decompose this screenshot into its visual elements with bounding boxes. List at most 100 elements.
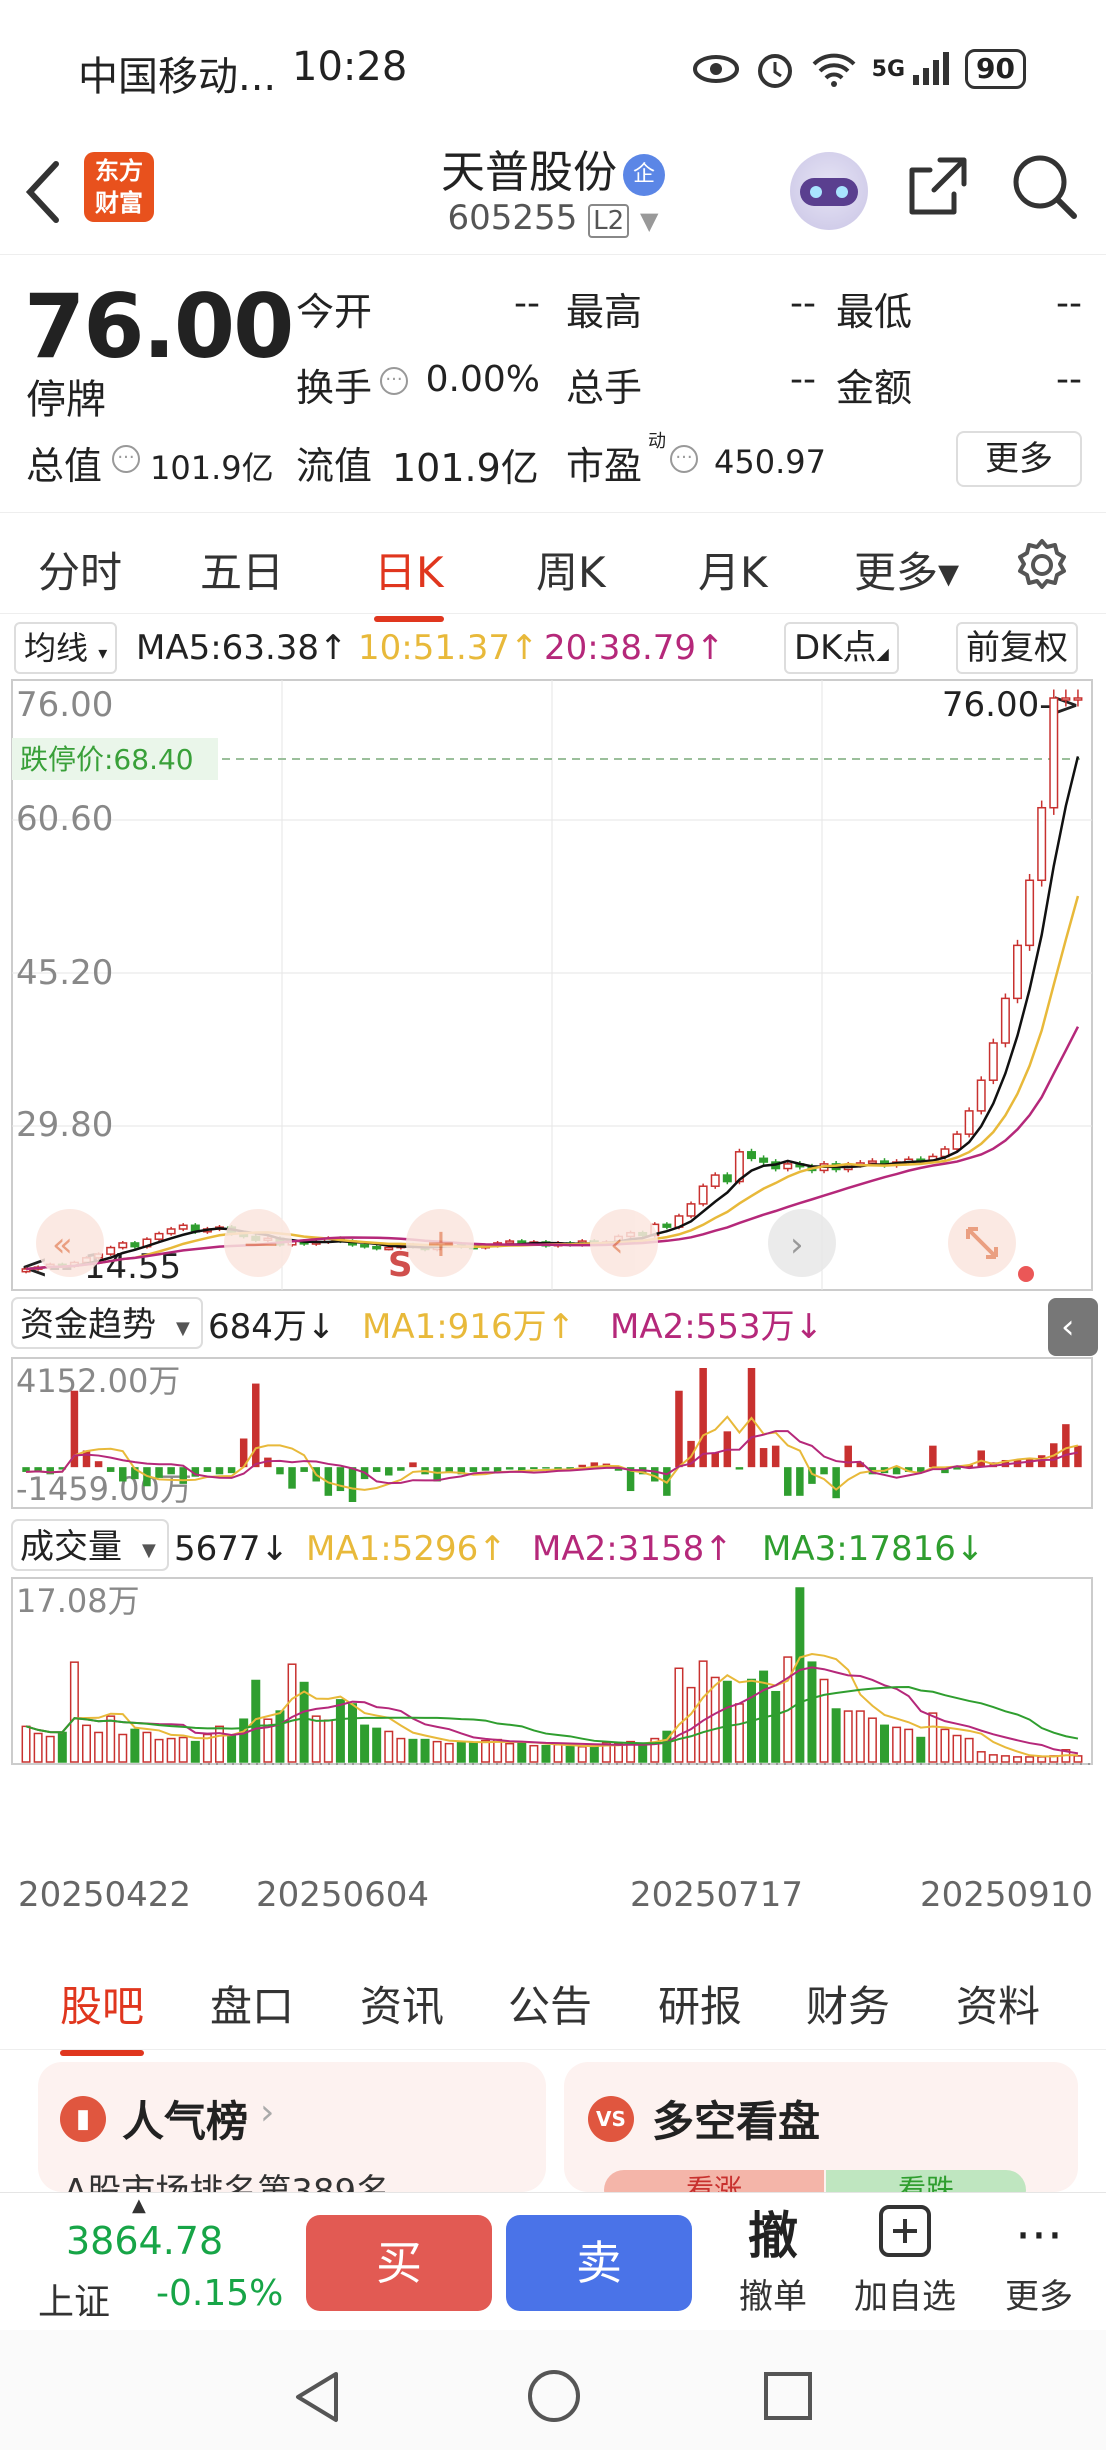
index-up-arrow-icon: ▲	[132, 2195, 146, 2216]
tab-profile[interactable]: 资料	[956, 1973, 1040, 2034]
y-tick-60: 60.60	[16, 799, 113, 839]
tab-guba[interactable]: 股吧	[60, 1973, 145, 2056]
fund-bar	[276, 1467, 284, 1475]
volume-bar	[82, 1724, 91, 1763]
add-watchlist-button[interactable]: 加自选	[850, 2203, 960, 2318]
tab-weekly-k[interactable]: 周K	[536, 539, 606, 600]
dk-point-button[interactable]: DK点◢	[784, 622, 899, 674]
add-watchlist-label: 加自选	[854, 2277, 956, 2317]
volume-bar	[614, 1742, 623, 1763]
volume-bar	[481, 1739, 490, 1763]
popularity-card[interactable]: ▮ 人气榜 › A股市场排名第389名	[38, 2062, 546, 2212]
volume-bar	[45, 1735, 55, 1763]
scroll-left-icon[interactable]	[590, 1209, 658, 1277]
fund-bar	[469, 1467, 478, 1472]
volume-bar	[1025, 1756, 1035, 1763]
volume-bar	[396, 1737, 406, 1763]
fund-ma1: MA1:916万↑	[362, 1307, 575, 1347]
volume-bar	[904, 1728, 914, 1763]
search-icon[interactable]	[1010, 152, 1080, 222]
candle-body	[178, 1224, 188, 1230]
nav-home-icon[interactable]	[526, 2368, 582, 2424]
volume-bar	[299, 1681, 309, 1763]
more-quote-button[interactable]: 更多	[956, 431, 1082, 487]
open-label: 今开	[296, 290, 373, 334]
volume-bar	[734, 1703, 744, 1763]
nav-back-icon[interactable]	[292, 2370, 342, 2424]
signal-s-marker: S	[388, 1245, 413, 1285]
fund-ma2: MA2:553万↓	[610, 1307, 823, 1347]
info-icon[interactable]: ···	[380, 367, 408, 395]
carrier-label: 中国移动...	[78, 54, 277, 100]
volume-bar	[940, 1728, 950, 1763]
volume-bar	[166, 1737, 176, 1763]
level2-badge: L2	[588, 204, 630, 238]
fund-bar	[759, 1448, 768, 1468]
tab-intraday[interactable]: 分时	[38, 539, 122, 600]
volume-bar	[360, 1724, 370, 1763]
alarm-icon	[757, 54, 792, 88]
tab-news[interactable]: 资讯	[360, 1973, 444, 2034]
info-icon[interactable]: ···	[670, 445, 698, 473]
kline-chart[interactable]: 跌停价:68.40 76.00 60.60 45.20 29.80 76.00-…	[0, 678, 1106, 1940]
tab-daily-k[interactable]: 日K	[374, 539, 444, 622]
bull-bear-title: 多空看盘	[652, 2097, 821, 2146]
cancel-order-button[interactable]: 撤 撤单	[718, 2203, 828, 2318]
candle-body	[867, 1160, 877, 1164]
tab-announcements[interactable]: 公告	[508, 1973, 592, 2034]
fund-bar	[119, 1467, 127, 1482]
volume-bar	[638, 1742, 648, 1763]
candle-body	[118, 1242, 128, 1249]
nav-recents-icon[interactable]	[762, 2370, 814, 2422]
buy-button[interactable]: 买	[306, 2215, 492, 2311]
tab-more[interactable]: 更多▾	[854, 539, 959, 600]
volume-bar	[867, 1717, 877, 1763]
volume-ma2: MA2:3158↑	[532, 1529, 733, 1569]
candle-body	[759, 1157, 769, 1163]
fund-value: 684万↓	[208, 1307, 335, 1347]
wifi-icon	[812, 53, 856, 87]
fund-bar	[578, 1464, 586, 1468]
tab-financials[interactable]: 财务	[806, 1973, 890, 2034]
adjust-button[interactable]: 前复权	[956, 622, 1078, 674]
tab-research[interactable]: 研报	[658, 1973, 742, 2034]
network-type: 5G	[871, 56, 906, 82]
gear-icon[interactable]	[1014, 537, 1070, 593]
volume-bar	[130, 1728, 140, 1763]
candle-body	[964, 1110, 974, 1135]
sell-button[interactable]: 卖	[506, 2215, 692, 2311]
trade-bar: ▲ 3864.78 上证 -0.15% 买 卖 撤 撤单 加自选 ··· 更多	[0, 2192, 1106, 2330]
volume-bar	[468, 1741, 478, 1763]
tab-order-book[interactable]: 盘口	[210, 1973, 294, 2034]
volume-bar	[916, 1736, 926, 1763]
volume-bar	[227, 1734, 237, 1763]
fund-bar	[203, 1467, 212, 1472]
volume-bar	[420, 1738, 430, 1763]
volume-bar	[239, 1718, 249, 1763]
index-value[interactable]: 3864.78	[66, 2219, 223, 2263]
chart-overlay-controls: « — + S ‹ ›	[36, 1209, 1034, 1285]
tab-five-day[interactable]: 五日	[200, 539, 284, 600]
volume-bar	[456, 1741, 466, 1763]
ranking-icon: ▮	[60, 2096, 106, 2142]
y-tick-45: 45.20	[16, 953, 113, 993]
chevron-right-glyph: ›	[790, 1225, 804, 1265]
volume-bar	[892, 1726, 902, 1763]
fund-bars	[22, 1368, 1082, 1502]
fund-bar	[397, 1467, 405, 1471]
volume-bar	[831, 1708, 841, 1763]
volume-bar	[843, 1710, 853, 1763]
volume-bar	[178, 1736, 188, 1763]
ma-selector[interactable]: 均线 ▾	[14, 622, 118, 674]
bull-bear-card[interactable]: VS 多空看盘 看涨 看跌	[564, 2062, 1078, 2210]
tab-monthly-k[interactable]: 月K	[698, 539, 768, 600]
status-icons: 5G 90	[692, 48, 1026, 90]
battery-indicator: 90	[965, 49, 1026, 89]
fund-bar	[34, 1467, 42, 1471]
share-icon[interactable]	[904, 154, 970, 220]
more-actions-button[interactable]: ··· 更多	[984, 2203, 1094, 2318]
robot-assistant-icon[interactable]	[790, 152, 868, 230]
volume-bar	[589, 1745, 599, 1763]
info-icon[interactable]: ···	[112, 445, 140, 473]
fund-bar	[385, 1467, 393, 1476]
